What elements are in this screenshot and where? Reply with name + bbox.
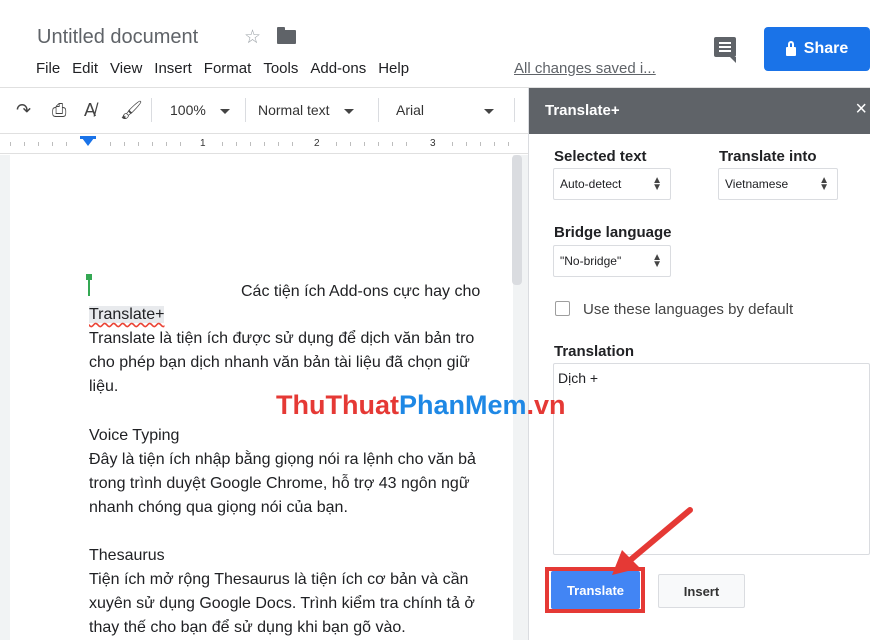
style-value: Normal text	[258, 102, 330, 118]
bridge-language-select[interactable]: "No-bridge" ▲ ▼	[553, 245, 671, 277]
folder-icon[interactable]	[277, 27, 296, 44]
font-select[interactable]: Arial	[396, 102, 495, 118]
zoom-select[interactable]: 100%	[170, 102, 230, 118]
ruler-mark: 1	[200, 138, 206, 149]
target-language-value: Vietnamese	[725, 177, 789, 191]
default-languages-checkbox[interactable]	[555, 301, 570, 316]
left-indent-icon[interactable]	[82, 138, 94, 146]
source-language-value: Auto-detect	[560, 177, 622, 191]
document-heading[interactable]: Translate+	[89, 306, 165, 324]
menu-view[interactable]: View	[110, 60, 142, 77]
select-arrows-icon: ▲ ▼	[652, 175, 662, 193]
source-language-select[interactable]: Auto-detect ▲ ▼	[553, 168, 671, 200]
toolbar-divider	[514, 98, 515, 122]
print-icon[interactable]: ⎙	[52, 100, 66, 121]
toolbar-divider	[151, 98, 152, 122]
default-languages-label[interactable]: Use these languages by default	[583, 301, 793, 318]
close-icon[interactable]: ×	[855, 98, 867, 121]
zoom-value: 100%	[170, 102, 206, 118]
document-line[interactable]: Các tiện ích Add-ons cực hay cho	[241, 283, 480, 301]
sidebar-header: Translate+ ×	[529, 88, 870, 134]
translate-into-label: Translate into	[719, 148, 817, 165]
selected-text[interactable]: Translate+	[89, 306, 165, 323]
ruler[interactable]: 1 2 3	[0, 134, 528, 154]
document-heading[interactable]: Thesaurus	[89, 547, 165, 565]
toolbar-divider	[378, 98, 379, 122]
ruler-mark: 2	[314, 138, 320, 149]
menu-edit[interactable]: Edit	[72, 60, 98, 77]
lock-icon	[785, 40, 796, 56]
collaborator-cursor	[86, 274, 92, 296]
menu-insert[interactable]: Insert	[154, 60, 192, 77]
ruler-mark: 3	[430, 138, 436, 149]
document-line[interactable]: Tiện ích mở rộng Thesaurus là tiện ích c…	[89, 571, 468, 589]
document-line[interactable]: liệu.	[89, 378, 118, 396]
document-line[interactable]: nhanh chóng qua giọng nói của bạn.	[89, 499, 348, 517]
header: Untitled document ☆ File Edit View Inser…	[0, 0, 870, 88]
style-select[interactable]: Normal text	[258, 102, 354, 118]
document-line[interactable]: xuyên sử dụng Google Docs. Trình kiểm tr…	[89, 595, 475, 613]
watermark-logo: ThuThuatPhanMem.vn	[276, 390, 566, 421]
selected-text-label: Selected text	[554, 148, 647, 165]
translation-label: Translation	[554, 343, 635, 360]
bridge-language-label: Bridge language	[554, 224, 672, 241]
menu-format[interactable]: Format	[204, 60, 252, 77]
watermark-part: PhanMem	[398, 390, 527, 420]
toolbar-divider	[245, 98, 246, 122]
document-line[interactable]: Translate là tiện ích được sử dụng để dị…	[89, 330, 474, 348]
menu-help[interactable]: Help	[378, 60, 409, 77]
share-label: Share	[803, 40, 849, 57]
font-value: Arial	[396, 102, 425, 118]
star-icon[interactable]: ☆	[244, 26, 261, 49]
toolbar: ↷ ⎙ A̸ 🖌 100% Normal text Arial	[0, 88, 528, 134]
scrollbar[interactable]	[512, 155, 522, 285]
select-arrows-icon: ▲ ▼	[652, 252, 662, 270]
watermark-part: .vn	[526, 390, 566, 420]
pointer-arrow-icon	[612, 507, 693, 575]
chevron-down-icon	[219, 108, 230, 114]
paint-format-icon[interactable]: 🖌	[120, 100, 143, 121]
document-line[interactable]: trong trình duyệt Google Chrome, hỗ trợ …	[89, 475, 470, 493]
document-line[interactable]: cho phép bạn dịch nhanh văn bản tài liệu…	[89, 354, 470, 372]
menu-file[interactable]: File	[36, 60, 60, 77]
save-status[interactable]: All changes saved i...	[514, 60, 674, 77]
chevron-down-icon	[484, 108, 495, 114]
document-title[interactable]: Untitled document	[37, 26, 198, 49]
menu-bar: File Edit View Insert Format Tools Add-o…	[36, 60, 421, 77]
sidebar-title: Translate+	[545, 102, 620, 119]
document-line[interactable]: Đây là tiện ích nhập bằng giọng nói ra l…	[89, 451, 476, 469]
menu-add-ons[interactable]: Add-ons	[310, 60, 366, 77]
menu-tools[interactable]: Tools	[263, 60, 298, 77]
document-line[interactable]: thay thế cho bạn để sử dụng khi bạn gõ v…	[89, 619, 406, 637]
comment-history-icon[interactable]	[714, 37, 736, 63]
watermark-part: ThuThuat	[276, 390, 399, 420]
redo-icon[interactable]: ↷	[16, 100, 31, 121]
chevron-down-icon	[343, 108, 354, 114]
bridge-language-value: "No-bridge"	[560, 254, 622, 268]
spellcheck-icon[interactable]: A̸	[84, 100, 96, 121]
select-arrows-icon: ▲ ▼	[819, 175, 829, 193]
share-button[interactable]: Share	[764, 27, 870, 71]
app-window: Untitled document ☆ File Edit View Inser…	[0, 0, 870, 640]
target-language-select[interactable]: Vietnamese ▲ ▼	[718, 168, 838, 200]
document-heading[interactable]: Voice Typing	[89, 427, 179, 445]
